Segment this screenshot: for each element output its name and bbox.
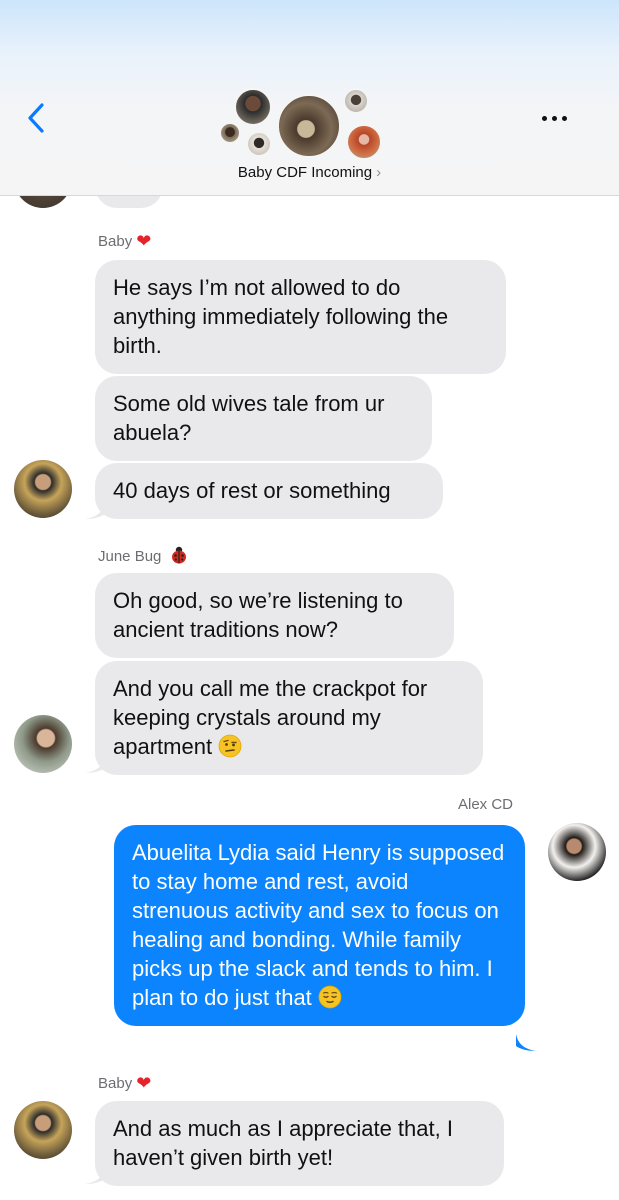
ellipsis-icon bbox=[561, 115, 567, 121]
ladybug-icon bbox=[171, 546, 186, 564]
ellipsis-icon bbox=[551, 115, 557, 121]
bubble-tail bbox=[85, 1167, 105, 1184]
bubble-tail-outgoing bbox=[516, 1034, 536, 1051]
message-bubble[interactable]: Oh good, so we’re listening to ancient t… bbox=[95, 573, 454, 658]
sender-name: June Bug bbox=[98, 545, 189, 565]
group-member-avatar bbox=[346, 124, 382, 160]
message-bubble-outgoing[interactable]: Abuelita Lydia said Henry is supposed to… bbox=[114, 825, 525, 1026]
conversation-header: Baby CDF Incoming › bbox=[0, 0, 619, 196]
message-bubble[interactable]: And as much as I appreciate that, I have… bbox=[95, 1101, 504, 1186]
message-text: And as much as I appreciate that, I have… bbox=[113, 1116, 453, 1170]
sender-avatar[interactable] bbox=[14, 460, 72, 518]
group-member-avatar bbox=[219, 122, 241, 144]
sender-avatar[interactable] bbox=[14, 1101, 72, 1159]
group-avatar-main bbox=[277, 94, 341, 158]
group-name-button[interactable]: Baby CDF Incoming › bbox=[0, 164, 619, 181]
group-member-avatar bbox=[343, 88, 369, 114]
message-text: And you call me the crackpot for keeping… bbox=[113, 676, 428, 759]
heart-icon: ❤ bbox=[136, 231, 152, 251]
group-member-avatar bbox=[234, 88, 272, 126]
bubble-tail bbox=[85, 502, 105, 519]
message-bubble[interactable]: 40 days of rest or something bbox=[95, 463, 443, 519]
disclosure-chevron-icon: › bbox=[376, 164, 382, 181]
sender-avatar[interactable] bbox=[14, 715, 72, 773]
heart-icon: ❤ bbox=[136, 1073, 152, 1093]
group-name: Baby CDF Incoming bbox=[237, 164, 373, 181]
message-bubble[interactable]: Some old wives tale from ur abuela? bbox=[95, 376, 432, 461]
message-text: Oh good, so we’re listening to ancient t… bbox=[113, 588, 403, 642]
message-bubble[interactable]: He says I’m not allowed to do anything i… bbox=[95, 260, 506, 374]
relieved-face-icon bbox=[318, 985, 342, 1009]
message-text: He says I’m not allowed to do anything i… bbox=[113, 275, 449, 358]
ellipsis-icon bbox=[541, 115, 547, 121]
message-text: 40 days of rest or something bbox=[113, 478, 391, 503]
sender-name: Alex CD bbox=[458, 796, 514, 813]
group-member-avatar bbox=[246, 131, 272, 157]
sender-name: Baby ❤ bbox=[98, 231, 152, 251]
message-text: Some old wives tale from ur abuela? bbox=[113, 391, 385, 445]
sender-avatar[interactable] bbox=[548, 823, 606, 881]
bubble-tail bbox=[85, 756, 105, 773]
more-options-button[interactable] bbox=[534, 106, 574, 130]
face-with-raised-eyebrow-icon bbox=[218, 734, 242, 758]
message-bubble[interactable]: And you call me the crackpot for keeping… bbox=[95, 661, 483, 775]
sender-name: Baby ❤ bbox=[98, 1073, 152, 1093]
